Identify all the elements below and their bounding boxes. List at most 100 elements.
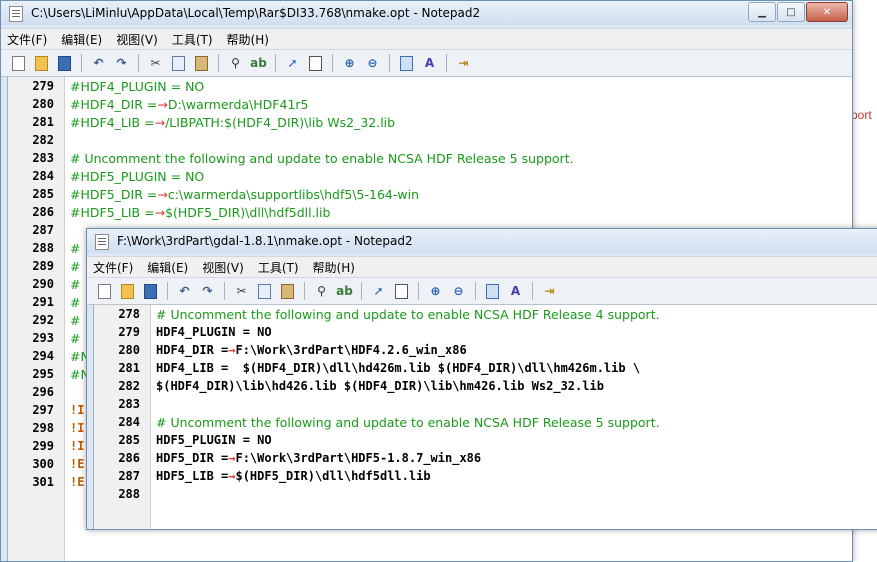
line-number: 287	[118, 469, 140, 483]
new-file-icon[interactable]	[9, 54, 28, 73]
title-bar[interactable]: C:\Users\LiMinlu\AppData\Local\Temp\Rar$…	[1, 1, 852, 25]
zoom-in-icon[interactable]: ⊕	[340, 54, 359, 73]
maximize-button[interactable]: □	[777, 2, 805, 22]
toolbar-separator	[361, 282, 362, 300]
line-text: #HDF4_LIB =→/LIBPATH:$(HDF4_DIR)\lib Ws2…	[70, 115, 396, 130]
replace-icon[interactable]: ab	[335, 282, 354, 301]
menu-item[interactable]: 文件(F)	[93, 259, 133, 276]
replace-icon[interactable]: ab	[249, 54, 268, 73]
notepad-app-icon	[9, 6, 23, 22]
close-button[interactable]: ✕	[806, 2, 848, 22]
line-text: #HDF4_DIR =→D:\warmerda\HDF41r5	[70, 97, 309, 112]
menu-item[interactable]: 工具(T)	[258, 259, 299, 276]
cut-icon[interactable]: ✂	[232, 282, 251, 301]
menu-bar: 文件(F) 编辑(E) 视图(V) 工具(T) 帮助(H)	[87, 256, 877, 277]
copy-icon[interactable]	[255, 282, 274, 301]
open-folder-icon[interactable]	[32, 54, 51, 73]
bookmark-icon[interactable]	[306, 54, 325, 73]
line-number: 281	[118, 361, 140, 375]
line-text: #HDF5_PLUGIN = NO	[70, 169, 205, 184]
line-number: 291	[32, 295, 54, 309]
minimize-button[interactable]: ▁	[748, 2, 776, 22]
paste-icon[interactable]	[278, 282, 297, 301]
line-number: 299	[32, 439, 54, 453]
copy-icon[interactable]	[169, 54, 188, 73]
notepad-app-icon	[95, 234, 109, 250]
line-text: #	[70, 313, 81, 328]
undo-icon[interactable]: ↶	[175, 282, 194, 301]
toolbar-separator	[446, 54, 447, 72]
menu-item[interactable]: 视图(V)	[116, 31, 158, 48]
redo-icon[interactable]: ↷	[198, 282, 217, 301]
line-number: 297	[32, 403, 54, 417]
menu-item[interactable]: 编辑(E)	[147, 259, 188, 276]
goto-icon[interactable]: ➚	[283, 54, 302, 73]
menu-item[interactable]: 视图(V)	[202, 259, 244, 276]
line-number: 285	[32, 187, 54, 201]
line-text: #	[70, 295, 81, 310]
zoom-out-icon[interactable]: ⊖	[449, 282, 468, 301]
menu-item[interactable]: 文件(F)	[7, 31, 47, 48]
notepad2-window-front[interactable]: F:\Work\3rdPart\gdal-1.8.1\nmake.opt - N…	[86, 228, 877, 530]
menu-item[interactable]: 工具(T)	[172, 31, 213, 48]
line-number: 282	[32, 133, 54, 147]
save-icon[interactable]	[141, 282, 160, 301]
line-number: 288	[118, 487, 140, 501]
goto-icon[interactable]: ➚	[369, 282, 388, 301]
line-text: HDF5_LIB =→$(HDF5_DIR)\dll\hdf5dll.lib	[156, 469, 431, 483]
line-number: 280	[32, 97, 54, 111]
line-text: # Uncomment the following and update to …	[156, 415, 660, 430]
line-number: 286	[32, 205, 54, 219]
title-bar[interactable]: F:\Work\3rdPart\gdal-1.8.1\nmake.opt - N…	[87, 229, 877, 253]
new-file-icon[interactable]	[95, 282, 114, 301]
line-text: #HDF5_DIR =→c:\warmerda\supportlibs\hdf5…	[70, 187, 419, 202]
bookmark-icon[interactable]	[392, 282, 411, 301]
zoom-in-icon[interactable]: ⊕	[426, 282, 445, 301]
line-number: 283	[32, 151, 54, 165]
font-icon[interactable]: A	[506, 282, 525, 301]
paste-icon[interactable]	[192, 54, 211, 73]
menu-item[interactable]: 编辑(E)	[61, 31, 102, 48]
line-number: 293	[32, 331, 54, 345]
window-title: F:\Work\3rdPart\gdal-1.8.1\nmake.opt - N…	[117, 234, 413, 248]
exit-icon[interactable]: ⇥	[540, 282, 559, 301]
toolbar: ↶ ↷ ✂ ⚲ ab ➚ ⊕ ⊖ A ⇥	[1, 49, 852, 77]
save-icon[interactable]	[55, 54, 74, 73]
line-number: 300	[32, 457, 54, 471]
toolbar-separator	[218, 54, 219, 72]
cut-icon[interactable]: ✂	[146, 54, 165, 73]
view-icon[interactable]	[397, 54, 416, 73]
line-number: 279	[118, 325, 140, 339]
line-text: HDF5_DIR =→F:\Work\3rdPart\HDF5-1.8.7_wi…	[156, 451, 482, 465]
find-icon[interactable]: ⚲	[312, 282, 331, 301]
toolbar: ↶ ↷ ✂ ⚲ ab ➚ ⊕ ⊖ A ⇥	[87, 277, 877, 305]
line-number: 298	[32, 421, 54, 435]
line-text: !E	[70, 475, 85, 489]
view-icon[interactable]	[483, 282, 502, 301]
line-number: 292	[32, 313, 54, 327]
undo-icon[interactable]: ↶	[89, 54, 108, 73]
line-number: 279	[32, 79, 54, 93]
line-text: !I	[70, 439, 85, 453]
line-number: 294	[32, 349, 54, 363]
editor-area[interactable]: 278 # Uncomment the following and update …	[93, 305, 877, 529]
line-text: !I	[70, 403, 85, 417]
toolbar-separator	[81, 54, 82, 72]
menu-item[interactable]: 帮助(H)	[227, 31, 269, 48]
line-text: #HDF5_LIB =→$(HDF5_DIR)\dll\hdf5dll.lib	[70, 205, 331, 220]
open-folder-icon[interactable]	[118, 282, 137, 301]
line-number: 281	[32, 115, 54, 129]
find-icon[interactable]: ⚲	[226, 54, 245, 73]
font-icon[interactable]: A	[420, 54, 439, 73]
line-number: 282	[118, 379, 140, 393]
line-number: 278	[118, 307, 140, 321]
redo-icon[interactable]: ↷	[112, 54, 131, 73]
line-number: 284	[32, 169, 54, 183]
zoom-out-icon[interactable]: ⊖	[363, 54, 382, 73]
toolbar-separator	[418, 282, 419, 300]
line-number: 289	[32, 259, 54, 273]
exit-icon[interactable]: ⇥	[454, 54, 473, 73]
toolbar-separator	[389, 54, 390, 72]
line-text: #	[70, 259, 81, 274]
menu-item[interactable]: 帮助(H)	[313, 259, 355, 276]
